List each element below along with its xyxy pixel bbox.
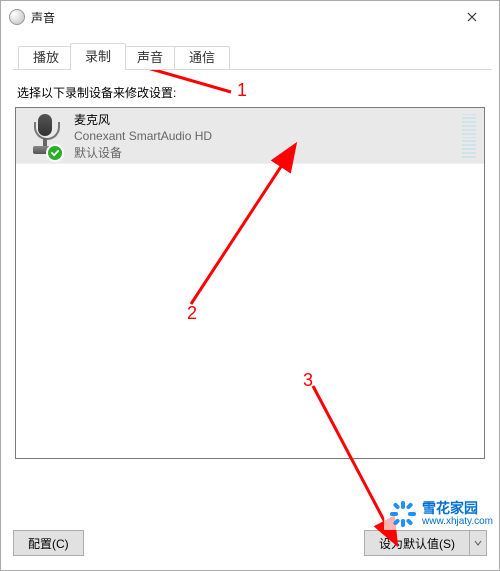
- watermark: 雪花家园 www.xhjaty.com: [384, 498, 499, 530]
- tab-sounds[interactable]: 声音: [122, 46, 178, 70]
- device-list[interactable]: 麦克风 Conexant SmartAudio HD 默认设备: [15, 107, 485, 459]
- close-icon: [467, 12, 477, 22]
- tab-recording[interactable]: 录制: [70, 43, 126, 70]
- sound-icon: [9, 9, 25, 25]
- watermark-name: 雪花家园: [422, 501, 493, 516]
- close-button[interactable]: [449, 2, 495, 32]
- dialog-footer: 配置(C) 设为默认值(S): [13, 530, 487, 556]
- watermark-icon: [390, 501, 416, 527]
- titlebar: 声音: [1, 1, 499, 33]
- window-title: 声音: [31, 9, 55, 26]
- microphone-icon: [24, 112, 64, 160]
- set-default-dropdown[interactable]: [469, 530, 487, 556]
- set-default-split: 设为默认值(S): [364, 530, 487, 556]
- device-text: 麦克风 Conexant SmartAudio HD 默认设备: [74, 111, 456, 161]
- instruction-text: 选择以下录制设备来修改设置:: [17, 84, 487, 101]
- set-default-button[interactable]: 设为默认值(S): [364, 530, 469, 556]
- client-area: 播放 录制 声音 通信 选择以下录制设备来修改设置: 麦克风 Conexant …: [1, 33, 499, 509]
- tab-strip: 播放 录制 声音 通信: [18, 43, 487, 70]
- device-status: 默认设备: [74, 144, 456, 161]
- device-driver: Conexant SmartAudio HD: [74, 129, 456, 143]
- watermark-text: 雪花家园 www.xhjaty.com: [422, 501, 493, 527]
- configure-button[interactable]: 配置(C): [13, 530, 84, 556]
- watermark-url: www.xhjaty.com: [422, 516, 493, 527]
- level-meter: [462, 114, 476, 158]
- device-name: 麦克风: [74, 111, 456, 128]
- tab-communications[interactable]: 通信: [174, 46, 230, 70]
- title-left: 声音: [9, 9, 55, 26]
- default-check-icon: [46, 144, 64, 162]
- tab-playback[interactable]: 播放: [18, 46, 74, 70]
- chevron-down-icon: [474, 539, 482, 547]
- sound-dialog: 声音 播放 录制 声音 通信 选择以下录制设备来修改设置:: [0, 0, 500, 571]
- device-item-microphone[interactable]: 麦克风 Conexant SmartAudio HD 默认设备: [16, 108, 484, 164]
